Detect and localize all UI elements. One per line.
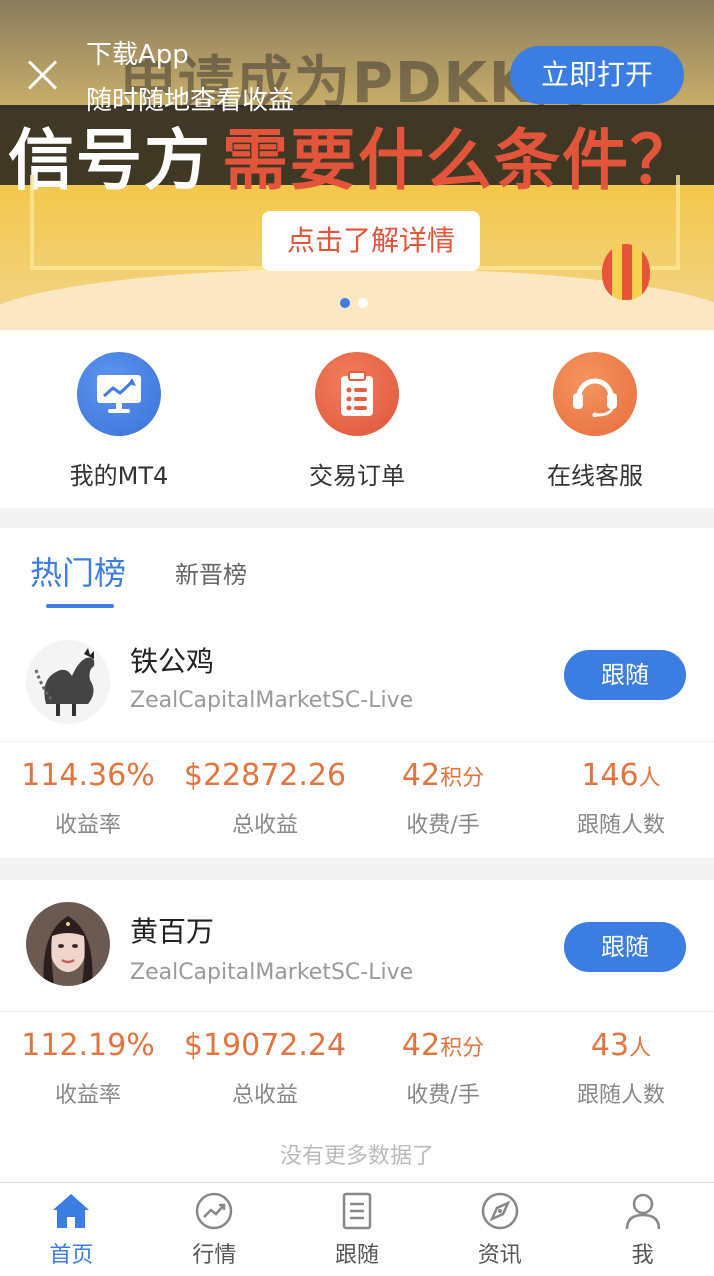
stat-label: 总收益	[231, 813, 298, 838]
stat-label: 跟随人数	[576, 1083, 665, 1108]
follow-button[interactable]: 跟随	[564, 922, 686, 972]
quick-item-trade-orders[interactable]: 交易订单	[238, 330, 476, 508]
tab-active-indicator	[46, 604, 114, 608]
carousel-dot[interactable]	[358, 298, 368, 308]
stat-value: $19072.24	[183, 1028, 347, 1063]
stat-value: 114.36%	[21, 758, 155, 793]
nav-item-me[interactable]: 我	[571, 1183, 714, 1276]
trader-card: 黄百万 ZealCapitalMarketSC-Live 跟随 112.19% …	[0, 880, 714, 1182]
tab-hot[interactable]: 热门榜	[30, 548, 126, 594]
nav-item-follow[interactable]: 跟随	[286, 1183, 429, 1276]
no-more-data-text: 没有更多数据了	[279, 1144, 434, 1169]
stat-value: 146	[581, 758, 639, 793]
quick-item-online-service[interactable]: 在线客服	[476, 330, 714, 508]
stat-fee-per-lot: 42积分 收费/手	[354, 1012, 532, 1128]
stat-label: 收益率	[54, 1083, 121, 1108]
stat-unit: 人	[638, 766, 661, 791]
app-download-subtitle: 随时随地查看收益	[86, 86, 295, 116]
promo-headline-strip: 信号方 需要什么条件？	[0, 105, 714, 199]
trader-server: ZealCapitalMarketSC-Live	[130, 960, 414, 985]
stat-unit: 积分	[440, 766, 485, 791]
quick-label-trade-orders: 交易订单	[309, 462, 405, 490]
stat-return-rate: 114.36% 收益率	[0, 742, 176, 858]
trader-name: 黄百万	[130, 915, 215, 948]
monitor-chart-icon	[77, 352, 161, 436]
open-app-button[interactable]: 立即打开	[510, 46, 684, 104]
document-icon	[342, 1192, 372, 1230]
stat-value: 43	[590, 1028, 630, 1063]
trader-card: 铁公鸡 ZealCapitalMarketSC-Live 跟随 114.36% …	[0, 626, 714, 858]
trader-header: 铁公鸡 ZealCapitalMarketSC-Live 跟随	[0, 626, 714, 742]
balloon-icon	[602, 244, 650, 300]
user-icon	[625, 1193, 660, 1230]
stat-return-rate: 112.19% 收益率	[0, 1012, 176, 1128]
trader-stats: 112.19% 收益率 $19072.24 总收益 42积分 收费/手 43人 …	[0, 1012, 714, 1128]
nav-item-news[interactable]: 资讯	[428, 1183, 571, 1276]
trader-header: 黄百万 ZealCapitalMarketSC-Live 跟随	[0, 880, 714, 1012]
stat-followers: 146人 跟随人数	[532, 742, 710, 858]
compass-icon	[481, 1192, 519, 1230]
stat-label: 跟随人数	[576, 813, 665, 838]
quick-label-online-service: 在线客服	[547, 462, 643, 490]
clipboard-list-icon	[315, 352, 399, 436]
quick-item-my-mt4[interactable]: 我的MT4	[0, 330, 238, 508]
stat-value: $22872.26	[183, 758, 347, 793]
stat-total-profit: $19072.24 总收益	[176, 1012, 354, 1128]
stat-value: 42	[401, 758, 441, 793]
nav-item-home[interactable]: 首页	[0, 1183, 143, 1276]
stat-label: 收费/手	[406, 1083, 480, 1108]
stat-total-profit: $22872.26 总收益	[176, 742, 354, 858]
stat-label: 总收益	[231, 1083, 298, 1108]
nav-label-home: 首页	[49, 1243, 94, 1268]
promo-banner[interactable]: 申请成为PDKK的 信号方 需要什么条件？ 点击了解详情 下载App 随时随地查…	[0, 0, 714, 330]
trader-name: 铁公鸡	[130, 645, 215, 678]
tab-new[interactable]: 新晋榜	[175, 555, 247, 590]
close-icon[interactable]	[26, 58, 60, 92]
home-icon	[53, 1194, 90, 1228]
app-download-title: 下载App	[86, 40, 189, 70]
stat-value: 42	[401, 1028, 441, 1063]
nav-label-follow: 跟随	[334, 1243, 379, 1268]
follow-button[interactable]: 跟随	[564, 650, 686, 700]
promo-cta-button[interactable]: 点击了解详情	[262, 211, 480, 271]
quick-label-my-mt4: 我的MT4	[69, 462, 169, 490]
trader-stats: 114.36% 收益率 $22872.26 总收益 42积分 收费/手 146人…	[0, 742, 714, 858]
stat-value: 112.19%	[21, 1028, 155, 1063]
nav-label-market: 行情	[192, 1243, 237, 1268]
stat-label: 收费/手	[406, 813, 480, 838]
stat-label: 收益率	[54, 813, 121, 838]
nav-label-me: 我	[631, 1243, 654, 1268]
nav-item-market[interactable]: 行情	[143, 1183, 286, 1276]
avatar[interactable]	[26, 640, 110, 724]
quick-menu: 我的MT4 交易订单 在线客服	[0, 330, 714, 508]
bottom-nav: 首页 行情 跟随 资讯 我	[0, 1182, 714, 1276]
stat-followers: 43人 跟随人数	[532, 1012, 710, 1128]
nav-label-news: 资讯	[477, 1243, 522, 1268]
stat-fee-per-lot: 42积分 收费/手	[354, 742, 532, 858]
carousel-dot-active[interactable]	[340, 298, 350, 308]
carousel-dots	[340, 298, 368, 308]
trader-server: ZealCapitalMarketSC-Live	[130, 688, 414, 713]
trend-icon	[195, 1192, 233, 1230]
headset-icon	[553, 352, 637, 436]
avatar[interactable]	[26, 902, 110, 986]
stat-unit: 积分	[440, 1036, 485, 1061]
ranking-tabs: 热门榜 新晋榜	[0, 528, 714, 626]
stat-unit: 人	[629, 1036, 652, 1061]
